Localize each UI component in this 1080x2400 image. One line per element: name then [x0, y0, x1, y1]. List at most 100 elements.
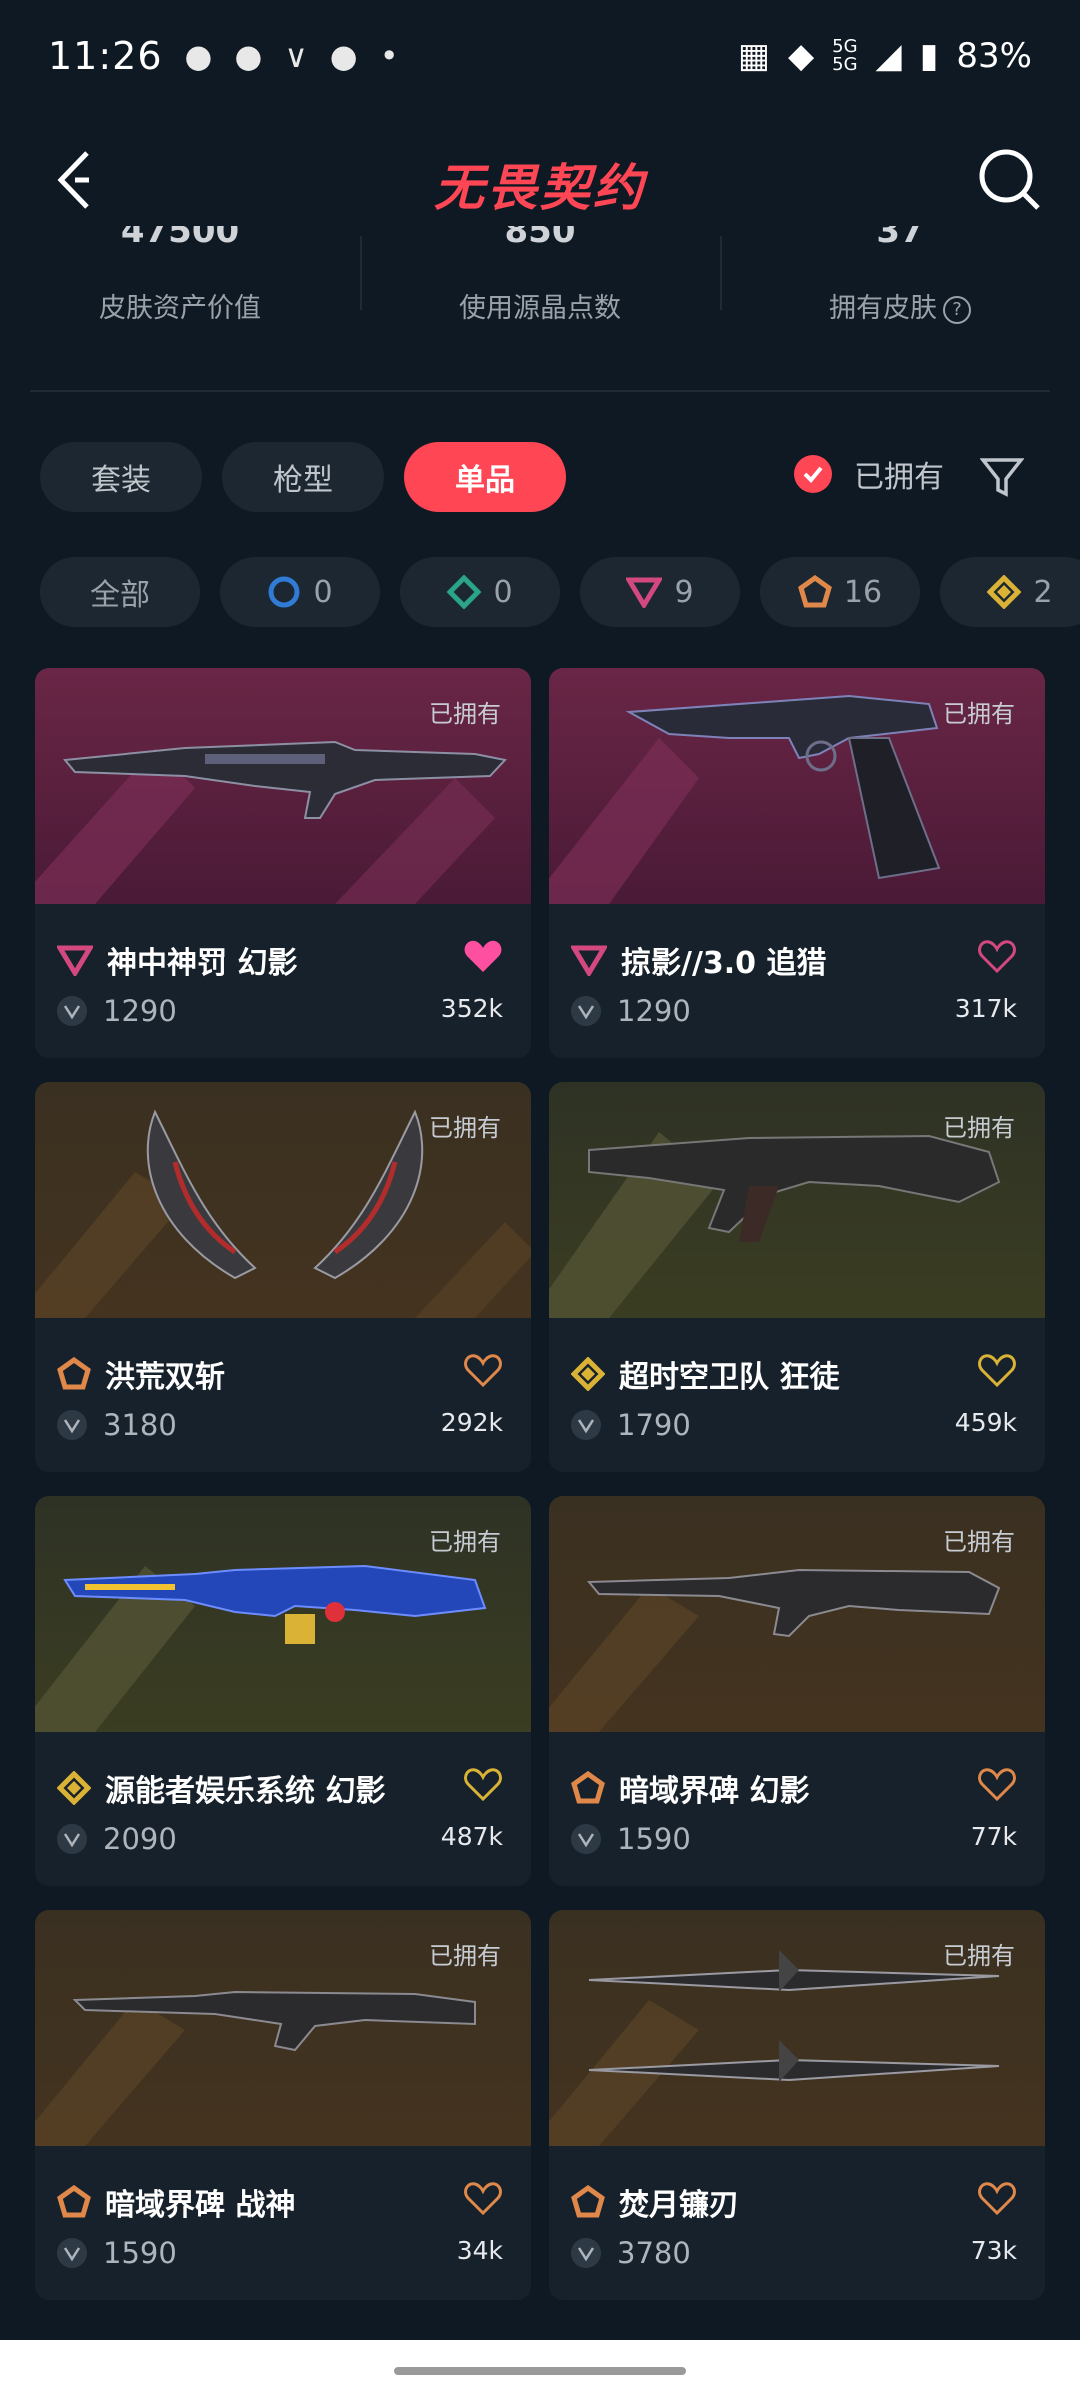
status-left: 11:26 ● ● ∨ ● • — [48, 34, 399, 78]
skin-grid: 已拥有 神中神罚 幻影 1290 352k 已拥有 掠影//3.0 追猎 129… — [35, 668, 1045, 2300]
like-button[interactable] — [977, 1352, 1017, 1392]
card-info: 超时空卫队 狂徒 1790 459k — [549, 1318, 1045, 1472]
app-title: 无畏契约 — [434, 159, 646, 217]
status-bar: 11:26 ● ● ∨ ● • ▦ ◆ 5G 5G ◢ ▮ 83% — [0, 0, 1080, 112]
skin-card[interactable]: 已拥有 神中神罚 幻影 1290 352k — [35, 668, 531, 1058]
rarity-all-chip[interactable]: 全部 — [40, 557, 200, 627]
owned-tag: 已拥有 — [943, 1114, 1015, 1142]
like-button[interactable] — [977, 938, 1017, 978]
heart-outline-icon — [978, 1768, 1016, 1802]
ultra-tier-icon — [57, 1771, 91, 1805]
heart-outline-icon — [464, 1768, 502, 1802]
skin-card[interactable]: 已拥有 源能者娱乐系统 幻影 2090 487k — [35, 1496, 531, 1886]
vp-currency-icon — [571, 2238, 601, 2268]
like-button[interactable] — [977, 2180, 1017, 2220]
select-tier-icon — [268, 576, 300, 608]
filter-icon — [979, 458, 1025, 497]
like-button[interactable] — [463, 2180, 503, 2220]
skin-card[interactable]: 已拥有 暗域界碑 战神 1590 34k — [35, 1910, 531, 2300]
wechat-icon: ● — [329, 37, 358, 75]
skin-card[interactable]: 已拥有 洪荒双斩 3180 292k — [35, 1082, 531, 1472]
skin-price: 2090 — [57, 1822, 177, 1856]
category-tabs: 套装 枪型 单品 — [40, 442, 566, 512]
stat-label: 皮肤资产价值 — [99, 293, 261, 324]
skin-name: 源能者娱乐系统 幻影 — [57, 1766, 385, 1810]
card-info: 焚月镰刃 3780 73k — [549, 2146, 1045, 2300]
like-button[interactable] — [977, 1766, 1017, 1806]
premium-tier-icon — [571, 945, 607, 976]
like-count: 34k — [456, 2236, 503, 2265]
skin-name: 暗域界碑 幻影 — [571, 1766, 809, 1810]
owned-tag: 已拥有 — [943, 1942, 1015, 1970]
skin-name: 神中神罚 幻影 — [57, 938, 297, 982]
like-count: 317k — [954, 994, 1017, 1023]
skin-image: 已拥有 — [549, 1496, 1045, 1732]
like-button[interactable] — [463, 938, 503, 978]
skin-name: 超时空卫队 狂徒 — [571, 1352, 839, 1396]
search-button[interactable] — [972, 142, 1048, 218]
vp-currency-icon — [571, 1410, 601, 1440]
like-count: 292k — [440, 1408, 503, 1437]
heart-filled-icon — [464, 940, 502, 972]
rarity-premium-chip[interactable]: 9 — [580, 557, 740, 627]
stat-skin-value: 47500 皮肤资产价值 — [0, 226, 360, 336]
tab-weapon-type[interactable]: 枪型 — [222, 442, 384, 512]
skin-image: 已拥有 — [35, 668, 531, 904]
ultra-tier-icon — [987, 575, 1022, 609]
owned-tag: 已拥有 — [429, 1528, 501, 1556]
rarity-deluxe-chip[interactable]: 0 — [400, 557, 560, 627]
card-info: 源能者娱乐系统 幻影 2090 487k — [35, 1732, 531, 1886]
skin-card[interactable]: 已拥有 超时空卫队 狂徒 1790 459k — [549, 1082, 1045, 1472]
filter-button[interactable] — [979, 455, 1025, 503]
premium-tier-icon — [626, 577, 663, 608]
battery-level: 83% — [956, 36, 1032, 76]
home-gesture-pill[interactable] — [394, 2367, 686, 2375]
stat-points-used: 850 使用源晶点数 — [360, 226, 720, 336]
more-notifications-icon: • — [379, 37, 399, 75]
valorant-icon: ∨ — [284, 37, 308, 75]
skin-price: 1790 — [571, 1408, 691, 1442]
stat-label: 拥有皮肤? — [720, 286, 1080, 325]
nfc-icon: ▦ — [737, 36, 770, 76]
card-info: 掠影//3.0 追猎 1290 317k — [549, 904, 1045, 1058]
skin-name: 掠影//3.0 追猎 — [571, 938, 827, 982]
help-icon[interactable]: ? — [943, 295, 971, 324]
skin-image: 已拥有 — [549, 1082, 1045, 1318]
stat-label: 使用源晶点数 — [459, 293, 621, 324]
like-button[interactable] — [463, 1352, 503, 1392]
vp-currency-icon — [57, 1824, 87, 1854]
asset-stats: 47500 皮肤资产价值 850 使用源晶点数 37 拥有皮肤? — [0, 226, 1080, 336]
skin-card[interactable]: 已拥有 焚月镰刃 3780 73k — [549, 1910, 1045, 2300]
premium-tier-icon — [57, 945, 93, 976]
skin-name: 洪荒双斩 — [57, 1352, 225, 1396]
tab-single-items[interactable]: 单品 — [404, 442, 566, 512]
heart-outline-icon — [978, 1354, 1016, 1388]
status-right: ▦ ◆ 5G 5G ◢ ▮ 83% — [738, 36, 1032, 76]
skin-price: 3780 — [571, 2236, 691, 2270]
heart-outline-icon — [978, 940, 1016, 974]
rarity-select-chip[interactable]: 0 — [220, 557, 380, 627]
rarity-ultra-chip[interactable]: 2 — [940, 557, 1080, 627]
skin-image: 已拥有 — [549, 668, 1045, 904]
card-info: 神中神罚 幻影 1290 352k — [35, 904, 531, 1058]
exclusive-tier-icon — [57, 2185, 91, 2218]
like-count: 77k — [970, 1822, 1017, 1851]
card-info: 洪荒双斩 3180 292k — [35, 1318, 531, 1472]
skin-image: 已拥有 — [35, 1496, 531, 1732]
divider — [30, 390, 1050, 392]
like-button[interactable] — [463, 1766, 503, 1806]
owned-tag: 已拥有 — [429, 1114, 501, 1142]
owned-toggle[interactable]: 已拥有 — [794, 452, 944, 496]
tab-bundles[interactable]: 套装 — [40, 442, 202, 512]
owned-tag: 已拥有 — [429, 1942, 501, 1970]
skin-image: 已拥有 — [549, 1910, 1045, 2146]
heart-outline-icon — [978, 2182, 1016, 2216]
rarity-filter-row: 全部 0 0 9 16 2 — [40, 557, 1080, 627]
exclusive-tier-icon — [571, 1771, 605, 1804]
like-count: 352k — [440, 994, 503, 1023]
skin-card[interactable]: 已拥有 掠影//3.0 追猎 1290 317k — [549, 668, 1045, 1058]
skin-card[interactable]: 已拥有 暗域界碑 幻影 1590 77k — [549, 1496, 1045, 1886]
skin-name: 暗域界碑 战神 — [57, 2180, 295, 2224]
rarity-exclusive-chip[interactable]: 16 — [760, 557, 920, 627]
network-indicator: 5G 5G — [832, 36, 858, 75]
